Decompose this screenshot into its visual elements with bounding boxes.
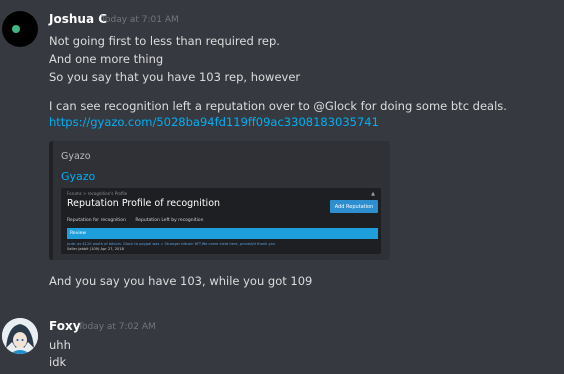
- message-line: And you say you have 103, while you got …: [49, 274, 313, 288]
- screenshot-tab: Reputation for recognition: [67, 218, 126, 223]
- message-line: Not going first to less than required re…: [49, 34, 280, 48]
- username[interactable]: Joshua C: [49, 12, 107, 26]
- avatar[interactable]: [2, 11, 38, 47]
- screenshot-review-text: Jude: as $120 worth of bitcoin. Glock to…: [67, 242, 275, 246]
- screenshot-review-bar: Review: [67, 228, 378, 239]
- timestamp: Today at 7:02 AM: [78, 322, 156, 332]
- screenshot-review-meta: Seller Jabbit (109) Apr 27, 2018: [67, 247, 124, 251]
- screenshot-tabs: Reputation for recognition Reputation Le…: [67, 218, 212, 223]
- message-line: I can see recognition left a reputation …: [49, 99, 507, 113]
- embed-image[interactable]: Forums > recognition's Profile ▲ Reputat…: [61, 188, 381, 254]
- screenshot-add-button: Add Reputation: [330, 200, 378, 213]
- anime-avatar-icon: [2, 318, 38, 354]
- screenshot-tab: Reputation Left by recognition: [135, 218, 204, 223]
- avatar[interactable]: [2, 318, 38, 354]
- username[interactable]: Foxy: [49, 319, 81, 333]
- timestamp: Today at 7:01 AM: [101, 15, 179, 25]
- embed-title[interactable]: Gyazo: [61, 170, 95, 183]
- message-line: So you say that you have 103 rep, howeve…: [49, 70, 301, 84]
- screenshot-page-title: Reputation Profile of recognition: [67, 198, 221, 209]
- message-line: idk: [49, 355, 67, 369]
- message-link[interactable]: https://gyazo.com/5028ba94fd119ff09ac330…: [49, 115, 379, 129]
- status-dot: [12, 25, 20, 33]
- menu-icon: ▲: [371, 191, 375, 197]
- link-embed: Gyazo Gyazo Forums > recognition's Profi…: [49, 141, 390, 260]
- embed-provider[interactable]: Gyazo: [61, 151, 91, 162]
- message-line: uhh: [49, 338, 71, 352]
- message-line: And one more thing: [49, 52, 164, 66]
- screenshot-breadcrumb: Forums > recognition's Profile: [67, 191, 128, 196]
